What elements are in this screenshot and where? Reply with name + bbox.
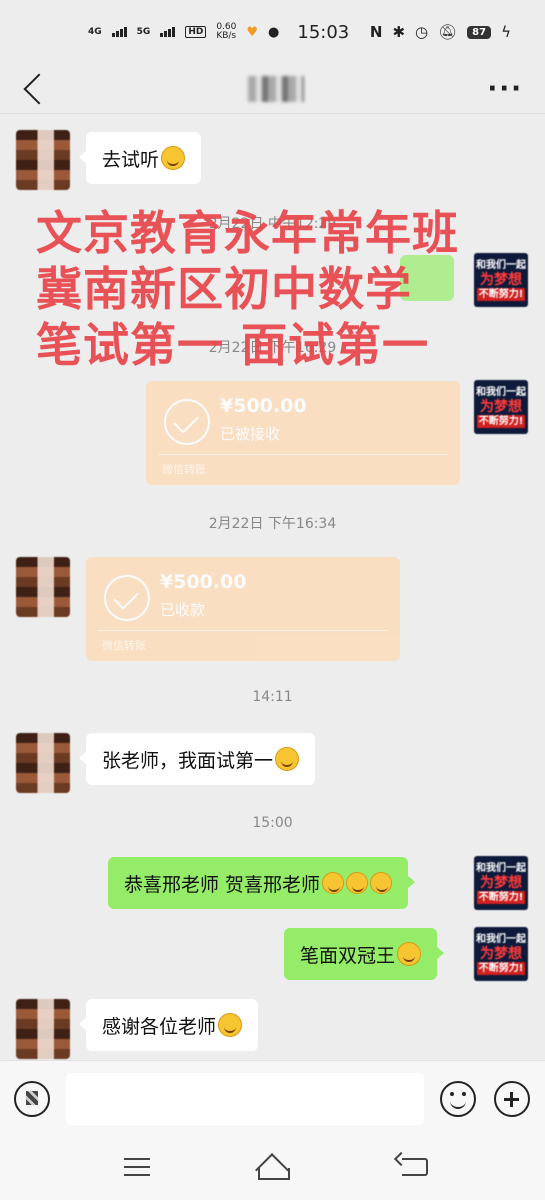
transfer-footer: 微信转账 — [102, 639, 146, 652]
heart-icon: ♥ — [246, 24, 259, 40]
chat-title-blurred — [248, 76, 304, 102]
contact-avatar[interactable] — [16, 557, 70, 617]
transfer-status: 已被接收 — [220, 425, 281, 443]
transfer-card[interactable]: ¥500.00 已被接收 微信转账 — [146, 381, 460, 485]
message-text: 张老师，我面试第一 — [102, 749, 274, 772]
mute-icon: 🔕︎ — [438, 23, 458, 41]
clock: 15:03 — [297, 21, 350, 43]
message-text: 感谢各位老师 — [102, 1015, 217, 1038]
my-avatar[interactable]: 和我们一起 为梦想 不断努力! — [474, 380, 528, 434]
emoji-icon[interactable] — [440, 1081, 476, 1117]
home-icon[interactable] — [256, 1154, 290, 1180]
timestamp: 2月22日 下午16:29 — [208, 340, 337, 356]
fist-emoji-icon — [346, 872, 369, 894]
network-4g-label: 4G — [88, 26, 102, 37]
menu-icon[interactable] — [124, 1158, 150, 1176]
message-text: 恭喜邢老师 贺喜邢老师 — [124, 873, 321, 896]
timestamp: 2月22日 中午12:29 — [208, 216, 337, 232]
signal-icon — [111, 27, 127, 37]
plus-icon[interactable] — [494, 1081, 530, 1117]
laugh-emoji-icon — [161, 146, 186, 170]
system-back-icon[interactable] — [402, 1158, 428, 1176]
transfer-footer: 微信转账 — [162, 463, 206, 476]
status-right: N ✱ ◷ 🔕︎ 87 ϟ — [370, 23, 511, 41]
hd-badge: HD — [185, 26, 207, 38]
fist-emoji-icon — [322, 872, 345, 894]
message-text: 去试听 — [102, 148, 160, 171]
message-bubble[interactable]: 张老师，我面试第一 — [78, 733, 316, 785]
salute-emoji-icon — [397, 942, 422, 966]
grin-emoji-icon — [275, 747, 300, 771]
more-icon[interactable]: ··· — [487, 76, 523, 102]
message-text: 笔面双冠王 — [300, 944, 396, 967]
contact-avatar[interactable] — [16, 999, 70, 1059]
smile-emoji-icon — [218, 1013, 243, 1037]
transfer-amount: ¥500.00 — [220, 395, 307, 417]
transfer-card[interactable]: ¥500.00 已收款 微信转账 — [86, 557, 400, 661]
message-bubble[interactable]: 去试听 — [78, 132, 202, 184]
bluetooth-icon: ✱ — [392, 23, 406, 41]
network-5g-label: 5G — [136, 26, 151, 37]
transfer-status: 已收款 — [160, 601, 206, 619]
charging-icon: ϟ — [501, 23, 511, 41]
my-avatar[interactable]: 和我们一起 为梦想 不断努力! — [474, 927, 528, 981]
check-circle-icon — [164, 399, 210, 445]
my-avatar[interactable]: 和我们一起 为梦想 不断努力! — [474, 253, 528, 307]
alarm-icon: ◷ — [415, 23, 429, 41]
status-bar: 4G 5G HD 0.60 KB/s ♥ ● 15:03 N ✱ ◷ 🔕︎ 87… — [0, 0, 545, 64]
voice-icon[interactable] — [14, 1081, 50, 1117]
battery-icon: 87 — [467, 25, 492, 39]
timestamp: 14:11 — [252, 689, 293, 705]
message-bubble[interactable]: 恭喜邢老师 贺喜邢老师 — [108, 857, 416, 909]
check-circle-icon — [104, 575, 150, 621]
chat-header: ··· — [0, 64, 545, 114]
contact-avatar[interactable] — [16, 130, 70, 190]
timestamp: 15:00 — [252, 815, 293, 831]
chat-list[interactable]: 去试听 2月22日 中午12:29 和我们一起 为梦想 不断努力! 2月22日 … — [0, 115, 545, 1060]
timestamp: 2月22日 下午16:34 — [208, 516, 337, 532]
message-bubble[interactable]: 笔面双冠王 — [284, 928, 445, 980]
message-input-bar — [0, 1060, 545, 1136]
net-speed: 0.60 KB/s — [216, 22, 237, 41]
status-left: 4G 5G HD 0.60 KB/s ♥ ● 15:03 — [88, 22, 349, 43]
transfer-amount: ¥500.00 — [160, 571, 247, 593]
ok-sticker[interactable] — [400, 255, 454, 301]
signal-icon — [160, 27, 176, 37]
my-avatar[interactable]: 和我们一起 为梦想 不断努力! — [474, 856, 528, 910]
message-bubble[interactable]: 感谢各位老师 — [78, 999, 259, 1051]
message-input[interactable] — [66, 1073, 424, 1125]
back-icon[interactable] — [23, 72, 55, 105]
contact-avatar[interactable] — [16, 733, 70, 793]
system-navigation-bar — [0, 1136, 545, 1200]
penguin-icon: ● — [268, 24, 280, 40]
nfc-icon: N — [369, 23, 383, 41]
fist-emoji-icon — [370, 872, 393, 894]
